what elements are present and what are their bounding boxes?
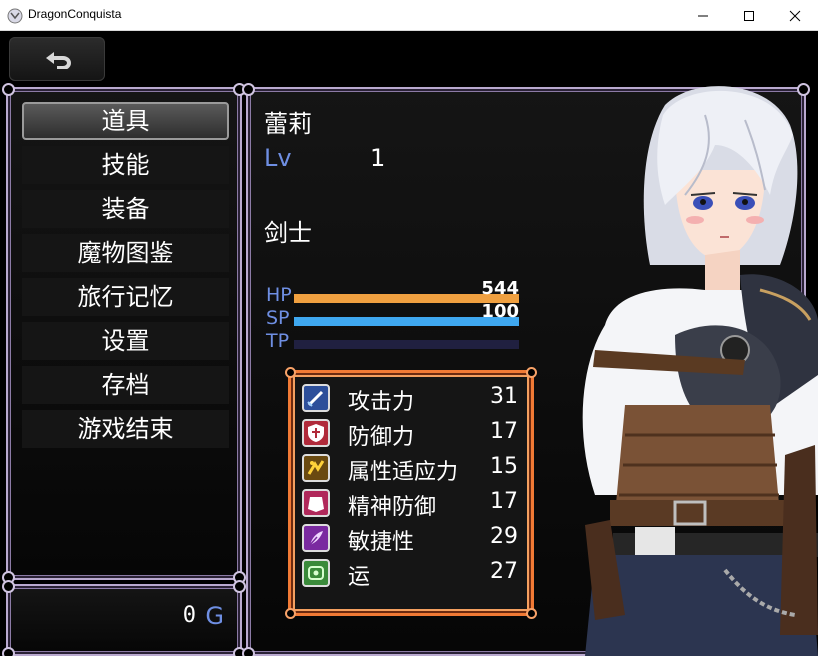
menu-item-memories[interactable]: 旅行记忆 bbox=[22, 278, 229, 316]
param-value: 17 bbox=[490, 489, 518, 514]
menu-item-settings[interactable]: 设置 bbox=[22, 322, 229, 360]
actor-class: 剑士 bbox=[264, 219, 312, 247]
app-icon bbox=[7, 8, 23, 24]
param-row-luck: 运 27 bbox=[300, 558, 518, 590]
gold-amount: 0 bbox=[182, 603, 196, 628]
minimize-icon bbox=[698, 15, 708, 17]
sword-icon bbox=[302, 384, 330, 412]
hp-value: 544 bbox=[481, 278, 519, 299]
shield-icon bbox=[302, 419, 330, 447]
return-arrow-icon bbox=[46, 52, 71, 69]
maximize-button[interactable] bbox=[726, 0, 772, 31]
level-label: Lv bbox=[264, 144, 292, 172]
param-row-attack: 攻击力 31 bbox=[300, 383, 518, 415]
tp-label: TP bbox=[266, 330, 290, 352]
level-value: 1 bbox=[370, 144, 386, 172]
tp-gauge bbox=[294, 340, 519, 349]
gold-window: 0 G bbox=[2, 580, 246, 656]
param-name: 敏捷性 bbox=[348, 530, 415, 555]
param-name: 攻击力 bbox=[348, 390, 415, 415]
window-title: DragonConquista bbox=[28, 7, 122, 21]
sp-label: SP bbox=[266, 307, 290, 329]
parameter-panel: 攻击力 31 防御力 17 属性适应力 15 精神防御 17 敏捷性 29 运 … bbox=[285, 367, 537, 619]
menu-item-skills[interactable]: 技能 bbox=[22, 146, 229, 184]
param-name: 运 bbox=[348, 565, 371, 590]
param-row-defense: 防御力 17 bbox=[300, 418, 518, 450]
param-value: 15 bbox=[490, 454, 518, 479]
param-value: 31 bbox=[490, 384, 518, 409]
spirit-defense-icon bbox=[302, 489, 330, 517]
param-name: 防御力 bbox=[348, 425, 415, 450]
close-button[interactable] bbox=[772, 0, 818, 31]
back-button[interactable] bbox=[9, 37, 105, 81]
character-portrait bbox=[582, 86, 818, 656]
menu-item-monster-book[interactable]: 魔物图鉴 bbox=[22, 234, 229, 272]
feather-icon bbox=[302, 524, 330, 552]
menu-item-save[interactable]: 存档 bbox=[22, 366, 229, 404]
param-row-element-adaptation: 属性适应力 15 bbox=[300, 453, 518, 485]
luck-icon bbox=[302, 559, 330, 587]
hp-label: HP bbox=[266, 284, 292, 306]
close-icon bbox=[789, 10, 801, 22]
menu-item-game-end[interactable]: 游戏结束 bbox=[22, 410, 229, 448]
menu-item-equip[interactable]: 装备 bbox=[22, 190, 229, 228]
param-row-agility: 敏捷性 29 bbox=[300, 523, 518, 555]
command-menu-window: 道具 技能 装备 魔物图鉴 旅行记忆 设置 存档 游戏结束 bbox=[2, 83, 246, 584]
game-canvas: 道具 技能 装备 魔物图鉴 旅行记忆 设置 存档 游戏结束 0 G 蕾莉 Lv … bbox=[0, 31, 818, 656]
element-adapt-icon bbox=[302, 454, 330, 482]
param-value: 27 bbox=[490, 559, 518, 584]
currency-unit: G bbox=[205, 602, 224, 630]
menu-item-items[interactable]: 道具 bbox=[22, 102, 229, 140]
minimize-button[interactable] bbox=[680, 0, 726, 31]
window-titlebar: DragonConquista bbox=[0, 0, 818, 31]
sp-value: 100 bbox=[481, 301, 519, 322]
param-value: 29 bbox=[490, 524, 518, 549]
maximize-icon bbox=[744, 11, 754, 21]
param-row-spirit-defense: 精神防御 17 bbox=[300, 488, 518, 520]
param-name: 属性适应力 bbox=[348, 460, 459, 485]
sp-gauge: 100 bbox=[294, 301, 519, 326]
param-name: 精神防御 bbox=[348, 495, 437, 520]
param-value: 17 bbox=[490, 419, 518, 444]
actor-name: 蕾莉 bbox=[264, 110, 312, 138]
